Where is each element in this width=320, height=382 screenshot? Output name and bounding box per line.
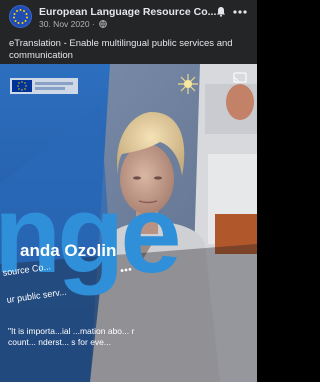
post-date[interactable]: 30. Nov 2020 · <box>39 19 95 29</box>
cast-icon[interactable] <box>233 72 247 83</box>
page-avatar[interactable] <box>9 5 32 28</box>
speaker-name-caption: anda Ozolin <box>20 241 117 260</box>
post-caption: eTranslation - Enable multilingual publi… <box>9 38 253 62</box>
globe-icon <box>99 20 107 28</box>
more-options-icon[interactable] <box>233 10 247 14</box>
video-quote-text: "It is importa...ial ...mation abo... r … <box>8 326 135 347</box>
bell-icon[interactable] <box>216 6 226 17</box>
post-header: European Language Resource Co... 30. Nov… <box>0 0 257 34</box>
page-name-link[interactable]: European Language Resource Co... <box>39 6 216 18</box>
post-meta: 30. Nov 2020 · <box>39 19 107 29</box>
